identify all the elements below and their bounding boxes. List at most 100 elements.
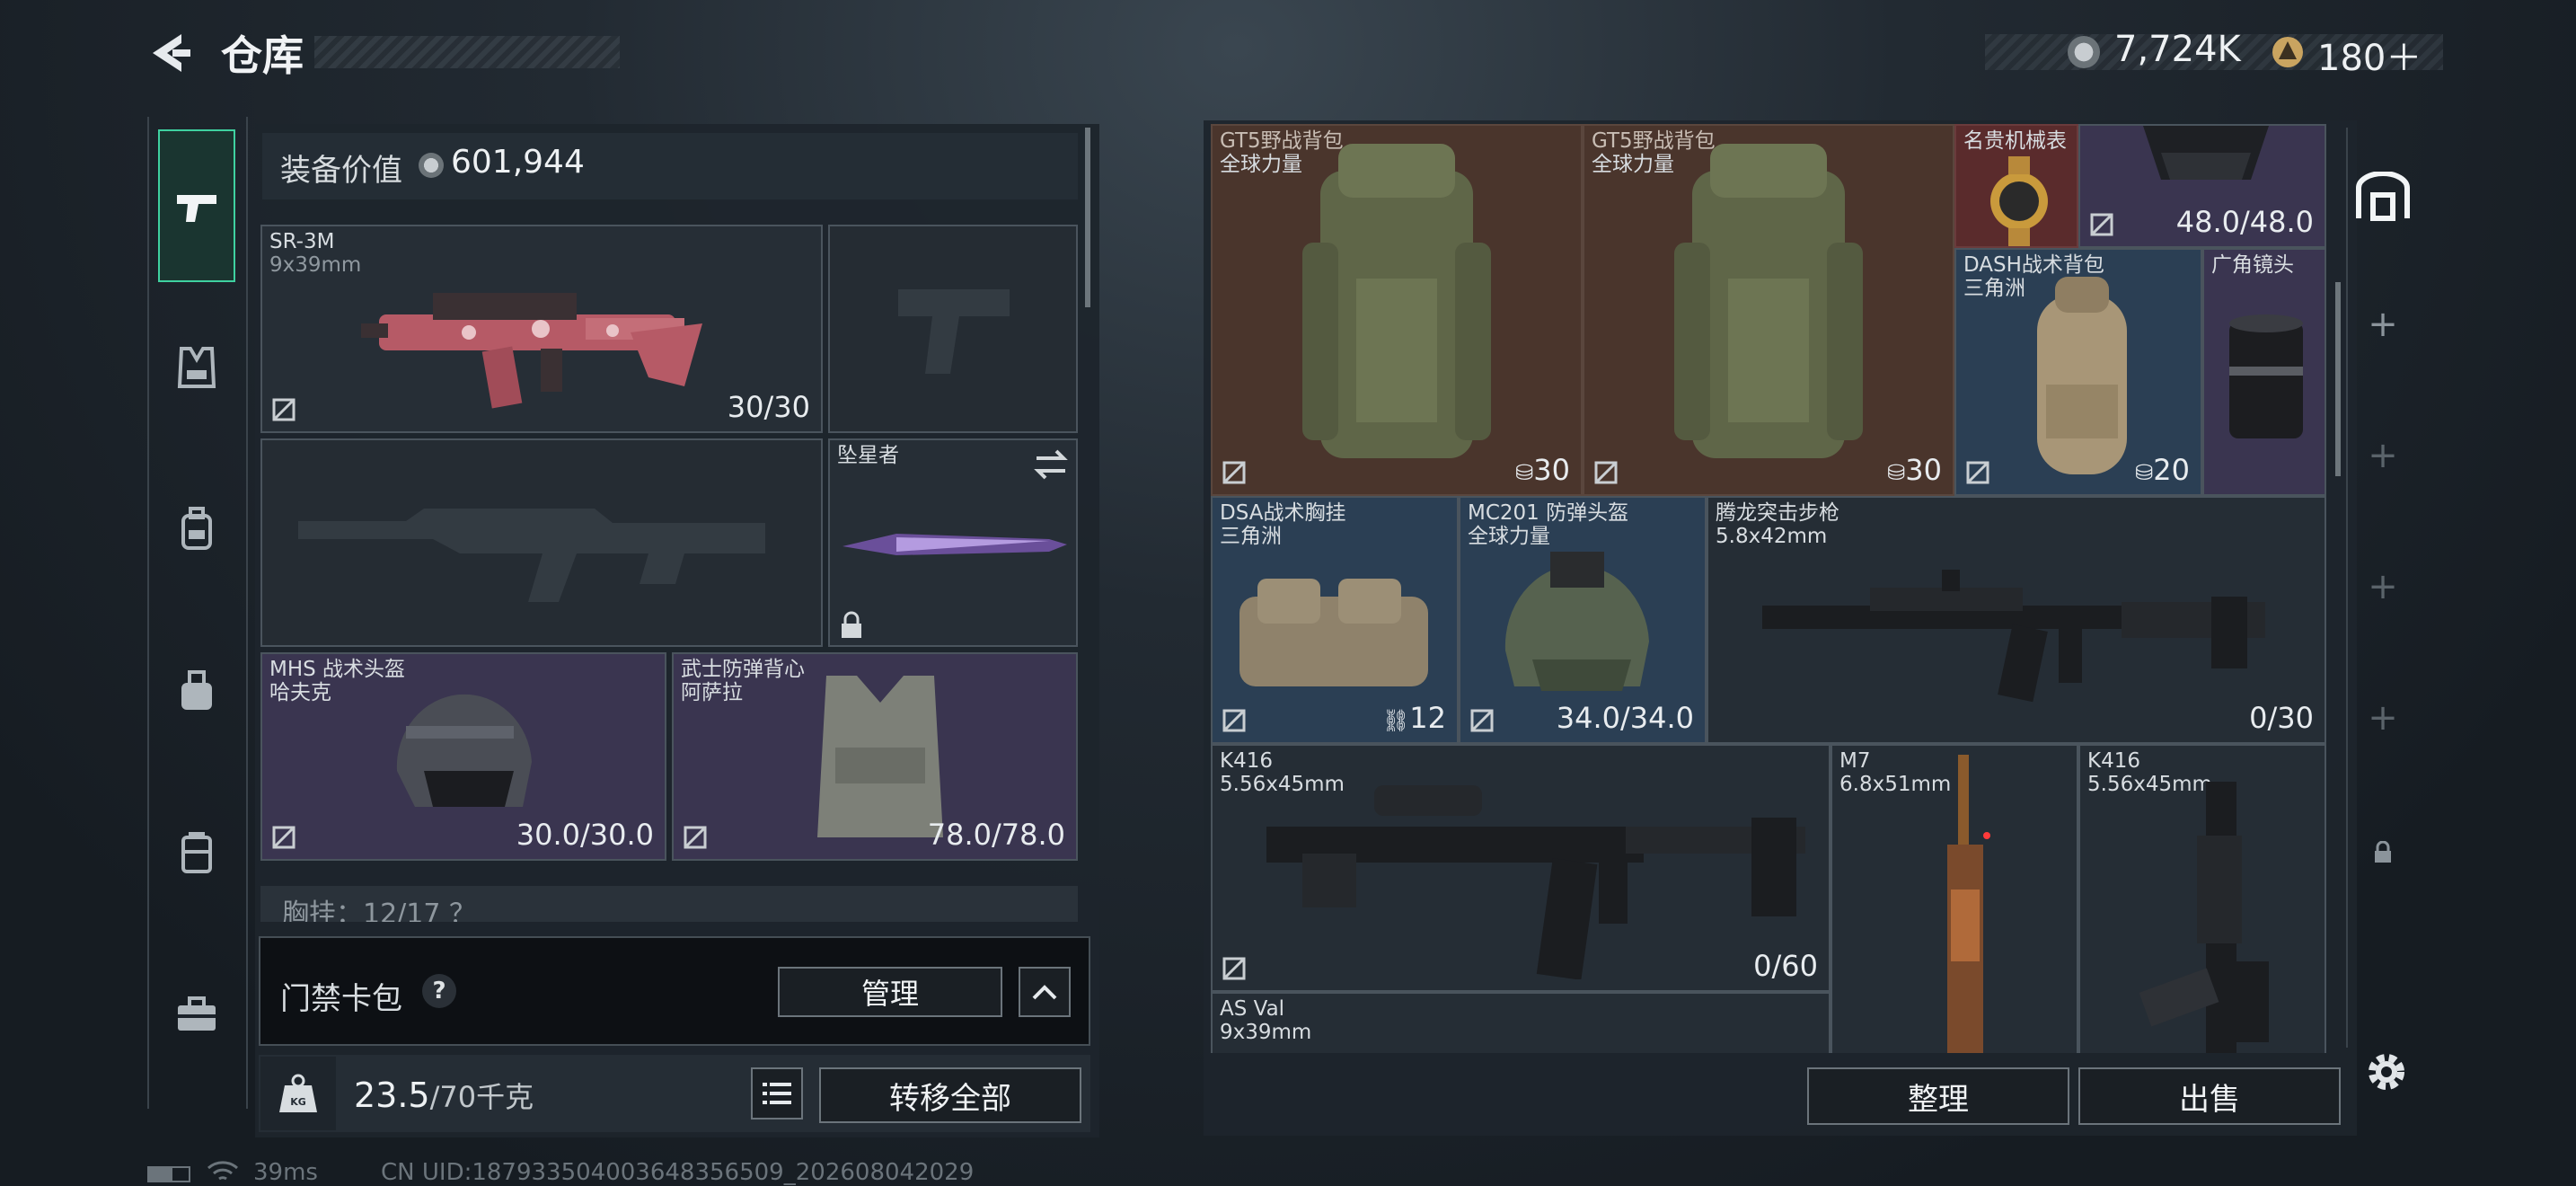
watch-image [1990, 156, 2048, 246]
locked-tab[interactable] [2346, 821, 2420, 884]
stash-scrollbar[interactable] [2335, 282, 2341, 476]
ammo-count: 0/30 [2249, 701, 2314, 735]
nav-backpack[interactable] [158, 491, 235, 568]
currency-b[interactable]: 180＋ [2317, 29, 2422, 81]
premium-coin-icon [2271, 36, 2305, 68]
item-brand: 全球力量 [1592, 153, 1674, 176]
add-stash-tab-icon[interactable]: + [2346, 293, 2420, 356]
slot-secondary-weapon-empty[interactable] [260, 438, 823, 647]
lens-image [2229, 314, 2303, 438]
helmet-image [396, 694, 532, 807]
nav-toolbox[interactable] [158, 976, 235, 1053]
stash-item[interactable]: GT5野战背包 全球力量 ⛁30 [1211, 124, 1583, 496]
slot-pistol-empty[interactable] [828, 225, 1078, 433]
back-icon[interactable] [146, 31, 194, 75]
weight-value: 23.5/70千克 [354, 1075, 534, 1116]
item-name: MHS 战术头盔 [269, 658, 406, 681]
chest-rig-image [1239, 579, 1428, 686]
pistol-silhouette [898, 289, 1010, 374]
capacity: ⛓12 [1381, 701, 1446, 735]
item-name: MC201 防弹头盔 [1468, 501, 1629, 525]
list-icon [763, 1083, 791, 1104]
rifle-silhouette [298, 509, 765, 602]
currency-a: 7,724K [2114, 29, 2241, 70]
stash-item[interactable]: GT5野战背包 全球力量 ⛁30 [1583, 124, 1954, 496]
stash-item[interactable]: AS Val 9x39mm [1211, 992, 1831, 1053]
rifle-image [1947, 755, 1990, 1053]
nav-pouch[interactable] [158, 652, 235, 730]
sell-button[interactable]: 出售 [2078, 1067, 2341, 1125]
item-name: M7 [1839, 749, 1871, 773]
stash-item[interactable]: 名贵机械表 [1954, 124, 2078, 248]
item-caliber: 9x39mm [1220, 1021, 1312, 1044]
briefcase-icon [178, 996, 216, 1031]
item-brand: 三角洲 [1220, 525, 1282, 548]
stash-item[interactable]: DSA战术胸挂 三角洲 ⛓12 [1211, 496, 1459, 744]
swap-icon[interactable] [1033, 449, 1069, 480]
stash-item[interactable]: K416 5.56x45mm [2078, 744, 2326, 1053]
slot-primary-weapon[interactable]: SR-3M 9x39mm 30/30 [260, 225, 823, 433]
item-brand: 阿萨拉 [681, 681, 743, 704]
item-caliber: 9x39mm [269, 253, 362, 277]
add-stash-tab-icon[interactable]: + [2346, 555, 2420, 618]
slot-melee[interactable]: 坠星者 [828, 438, 1078, 647]
stash-item[interactable]: 广角镜头 [2202, 248, 2326, 496]
pistol-icon [177, 195, 216, 222]
blade-image [842, 534, 1067, 555]
slot-helmet[interactable]: MHS 战术头盔 哈夫克 30.0/30.0 [260, 652, 666, 861]
no-insure-icon [1222, 709, 1246, 732]
item-name: SR-3M [269, 230, 335, 253]
expand-button[interactable] [1019, 967, 1071, 1017]
backpack-image [1302, 144, 1491, 458]
no-insure-icon [272, 826, 296, 849]
stash-item[interactable]: K416 5.56x45mm 0/60 [1211, 744, 1831, 992]
lock-icon [842, 611, 861, 638]
item-name: 广角镜头 [2211, 253, 2294, 277]
help-icon[interactable]: ? [422, 974, 456, 1008]
transfer-all-button[interactable]: 转移全部 [819, 1067, 1081, 1123]
battery-icon [147, 1166, 190, 1182]
chest-rig-header: 胸挂：12/17 ？ [260, 886, 1078, 922]
rifle-image [2139, 782, 2269, 1053]
capacity: ⛁20 [2135, 453, 2190, 487]
durability: 34.0/34.0 [1556, 701, 1694, 735]
helmet-image [1504, 552, 1649, 691]
stash-item[interactable]: M7 6.8x51mm [1831, 744, 2078, 1053]
helmet-image [2143, 126, 2269, 180]
no-insure-icon [1594, 461, 1618, 484]
stash-item[interactable]: MC201 防弹头盔 全球力量 34.0/34.0 [1459, 496, 1707, 744]
stash-item[interactable]: 48.0/48.0 [2078, 124, 2326, 248]
equip-value: 601,944 [451, 144, 585, 181]
rifle-image [361, 293, 702, 409]
no-insure-icon [1470, 709, 1494, 732]
add-stash-tab-icon[interactable]: + [2346, 686, 2420, 749]
item-name: 名贵机械表 [1963, 129, 2067, 153]
item-name: 坠星者 [837, 444, 899, 467]
container-icon [181, 832, 212, 873]
item-name: 武士防弹背心 [681, 658, 805, 681]
coin-icon [2068, 36, 2100, 68]
stash-tab-main[interactable] [2346, 156, 2420, 237]
stash-item[interactable]: DASH战术背包 三角洲 ⛁20 [1954, 248, 2202, 496]
nav-case[interactable] [158, 814, 235, 891]
stash-item[interactable]: 腾龙突击步枪 5.8x42mm 0/30 [1707, 496, 2326, 744]
item-name: 腾龙突击步枪 [1716, 501, 1839, 525]
settings-icon[interactable] [2362, 1048, 2411, 1096]
add-stash-tab-icon[interactable]: + [2346, 424, 2420, 487]
pouch-icon [181, 670, 212, 710]
slot-body-armor[interactable]: 武士防弹背心 阿萨拉 78.0/78.0 [672, 652, 1078, 861]
capacity: ⛁30 [1515, 453, 1570, 487]
backpack-image [2037, 277, 2127, 474]
manage-button[interactable]: 管理 [778, 967, 1002, 1017]
item-name: DSA战术胸挂 [1220, 501, 1346, 525]
list-view-button[interactable] [751, 1067, 803, 1120]
sort-button[interactable]: 整理 [1807, 1067, 2069, 1125]
weight-max: /70千克 [429, 1080, 534, 1114]
nav-chest-rig[interactable] [158, 329, 235, 406]
weight-current: 23.5 [354, 1075, 430, 1115]
no-insure-icon [272, 398, 296, 421]
weight-icon: KG [260, 1057, 336, 1130]
no-insure-icon [1222, 461, 1246, 484]
nav-weapons[interactable] [158, 129, 235, 282]
scrollbar[interactable] [1085, 128, 1090, 307]
